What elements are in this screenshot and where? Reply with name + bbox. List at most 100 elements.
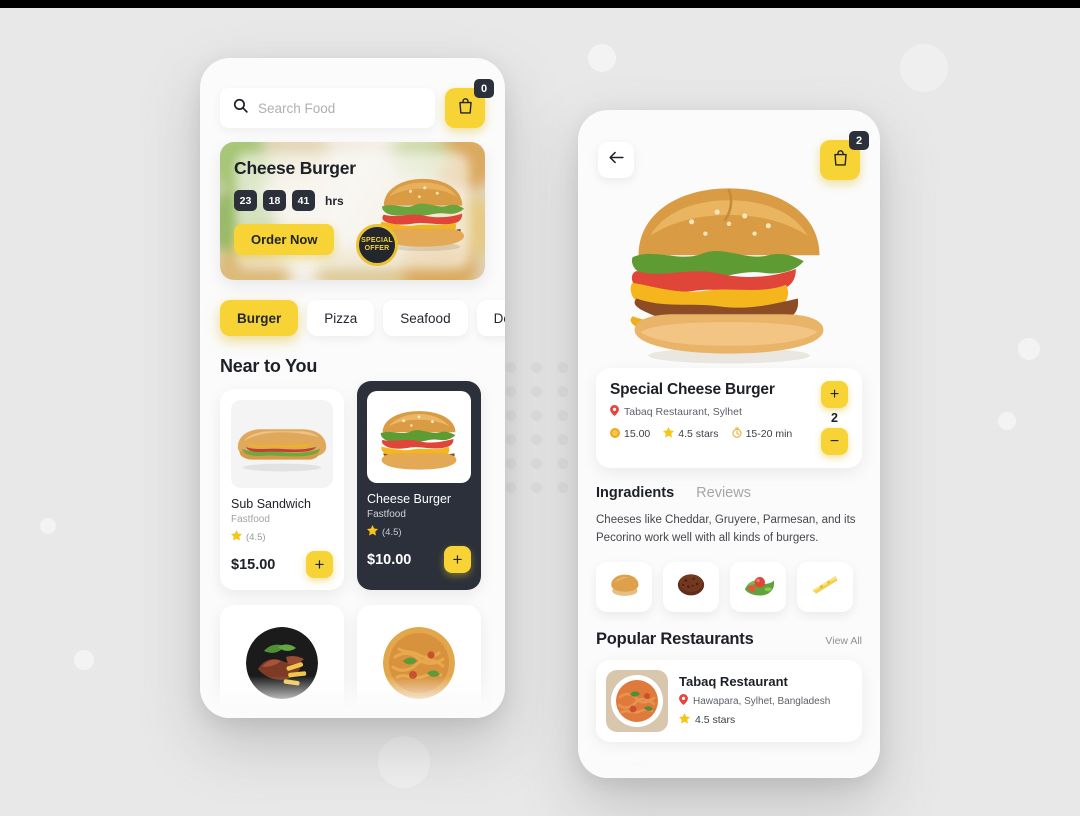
- ingredient-item[interactable]: [797, 561, 853, 612]
- product-delivery-time: 15-20 min: [731, 427, 792, 441]
- food-card-grid: Sub Sandwich Fastfood (4.5) $15.00 + Cheese B…: [220, 381, 485, 590]
- food-category: Fastfood: [231, 514, 270, 525]
- restaurant-rating: 4.5 stars: [679, 713, 830, 727]
- search-row: Search Food 0: [220, 79, 494, 128]
- decorative-circle: [40, 518, 56, 534]
- cart-badge: 0: [474, 79, 494, 98]
- back-button[interactable]: [598, 142, 634, 178]
- search-placeholder: Search Food: [258, 100, 336, 116]
- product-location: Tabaq Restaurant, Sylhet: [610, 405, 811, 419]
- decrement-button[interactable]: −: [821, 428, 848, 455]
- food-card-grid-row2: [220, 605, 485, 718]
- arrow-left-icon: [608, 150, 625, 170]
- restaurant-name: Tabaq Restaurant: [679, 674, 788, 690]
- detail-screen-content: 2 Special Cheese Burger Tabaq Restaurant…: [578, 110, 880, 778]
- shopping-bag-icon: [457, 97, 474, 120]
- decorative-circle: [1018, 338, 1040, 360]
- shopping-bag-icon: [832, 149, 849, 172]
- add-to-cart-button[interactable]: +: [306, 551, 333, 578]
- beef-patty-icon: [675, 570, 707, 603]
- food-card[interactable]: Sub Sandwich Fastfood (4.5) $15.00 +: [220, 389, 344, 590]
- salad-vegetables-icon: [741, 570, 775, 603]
- detail-body: Special Cheese Burger Tabaq Restaurant, …: [578, 368, 880, 778]
- restaurant-rating-text: 4.5 stars: [695, 714, 736, 727]
- phone-detail-screen: 2 Special Cheese Burger Tabaq Restaurant…: [578, 110, 880, 778]
- decorative-circle: [900, 44, 948, 92]
- category-tab-burger[interactable]: Burger: [220, 300, 299, 336]
- restaurant-card[interactable]: Tabaq Restaurant Hawapara, Sylhet, Bangla…: [596, 659, 862, 742]
- cheese-slice-icon: [809, 571, 841, 602]
- steak-and-fries-image: [246, 627, 318, 699]
- search-icon: [232, 97, 249, 119]
- decorative-circle: [74, 650, 94, 670]
- decorative-circle: [588, 44, 616, 72]
- cart-button[interactable]: 0: [445, 79, 494, 128]
- clock-icon: [731, 427, 742, 441]
- tab-reviews[interactable]: Reviews: [696, 485, 751, 501]
- restaurant-thumbnail: [606, 761, 668, 778]
- star-icon: [367, 525, 378, 539]
- section-title-near-to-you: Near to You: [220, 356, 318, 376]
- special-offer-badge: SPECIAL OFFER: [356, 224, 398, 266]
- product-price: 15.00: [610, 427, 651, 441]
- location-pin-icon: [679, 694, 688, 708]
- ingredient-item[interactable]: [596, 561, 652, 612]
- restaurant-location: Hawapara, Sylhet, Bangladesh: [679, 694, 830, 708]
- category-tab-seafood[interactable]: Seafood: [383, 300, 468, 336]
- food-category: Fastfood: [367, 509, 406, 520]
- home-screen-content: Search Food 0 Cheese Burger 23 18 41 hrs…: [200, 58, 505, 718]
- food-card-footer: $15.00 +: [231, 551, 333, 578]
- food-rating: (4.5): [231, 530, 333, 544]
- location-pin-icon: [610, 405, 619, 419]
- food-price: $10.00: [367, 551, 412, 568]
- add-to-cart-button[interactable]: +: [444, 546, 471, 573]
- ingredient-item[interactable]: [730, 561, 786, 612]
- food-price: $15.00: [231, 556, 276, 573]
- promo-banner[interactable]: Cheese Burger 23 18 41 hrs Order Now SPE…: [220, 142, 485, 280]
- product-rating-text: 4.5 stars: [678, 428, 719, 440]
- food-card[interactable]: Cheese Burger Fastfood (4.5) $10.00 +: [357, 381, 481, 590]
- food-name: Sub Sandwich: [231, 497, 311, 511]
- bun-icon: [607, 570, 641, 603]
- product-meta: 15.00 4.5 stars 15-20 min: [610, 427, 811, 441]
- timer-minutes: 18: [263, 190, 286, 211]
- restaurant-card-partial[interactable]: [596, 751, 862, 778]
- pasta-bowl-image: [606, 669, 668, 732]
- food-card[interactable]: [357, 605, 481, 718]
- phone-home-screen: Search Food 0 Cheese Burger 23 18 41 hrs…: [200, 58, 505, 718]
- cheese-burger-image: [367, 391, 471, 483]
- offer-badge-line1: SPECIAL: [361, 237, 393, 245]
- quantity-value: 2: [831, 411, 838, 425]
- search-input[interactable]: Search Food: [220, 88, 435, 128]
- product-price-text: 15.00: [624, 428, 651, 440]
- quantity-stepper: + 2 −: [821, 381, 848, 455]
- category-tab-dessert[interactable]: Dessert: [476, 300, 505, 336]
- cart-badge: 2: [849, 131, 869, 150]
- offer-badge-line2: OFFER: [364, 245, 390, 252]
- star-icon: [663, 427, 675, 441]
- top-black-bar: [0, 0, 1080, 8]
- increment-button[interactable]: +: [821, 381, 848, 408]
- product-description: Cheeses like Cheddar, Gruyere, Parmesan,…: [596, 514, 856, 544]
- view-all-link[interactable]: View All: [825, 635, 862, 647]
- decorative-circle: [998, 412, 1016, 430]
- noodles-image: [383, 627, 455, 699]
- coin-icon: [610, 427, 620, 441]
- timer-hours: 23: [234, 190, 257, 211]
- food-card[interactable]: [220, 605, 344, 718]
- product-info-card: Special Cheese Burger Tabaq Restaurant, …: [596, 368, 862, 468]
- tab-ingradients[interactable]: Ingradients: [596, 485, 674, 501]
- food-card-footer: $10.00 +: [367, 546, 471, 573]
- cart-button[interactable]: 2: [820, 131, 869, 180]
- order-now-button[interactable]: Order Now: [234, 224, 335, 255]
- timer-unit-label: hrs: [325, 193, 344, 208]
- detail-top-bar: 2: [598, 131, 869, 180]
- timer-seconds: 41: [292, 190, 315, 211]
- star-icon: [231, 530, 242, 544]
- decorative-circle: [378, 736, 430, 788]
- category-tab-pizza[interactable]: Pizza: [307, 300, 375, 336]
- detail-tabs: Ingradients Reviews: [596, 485, 862, 501]
- sub-sandwich-image: [231, 400, 333, 488]
- ingredient-item[interactable]: [663, 561, 719, 612]
- product-location-text: Tabaq Restaurant, Sylhet: [624, 406, 742, 418]
